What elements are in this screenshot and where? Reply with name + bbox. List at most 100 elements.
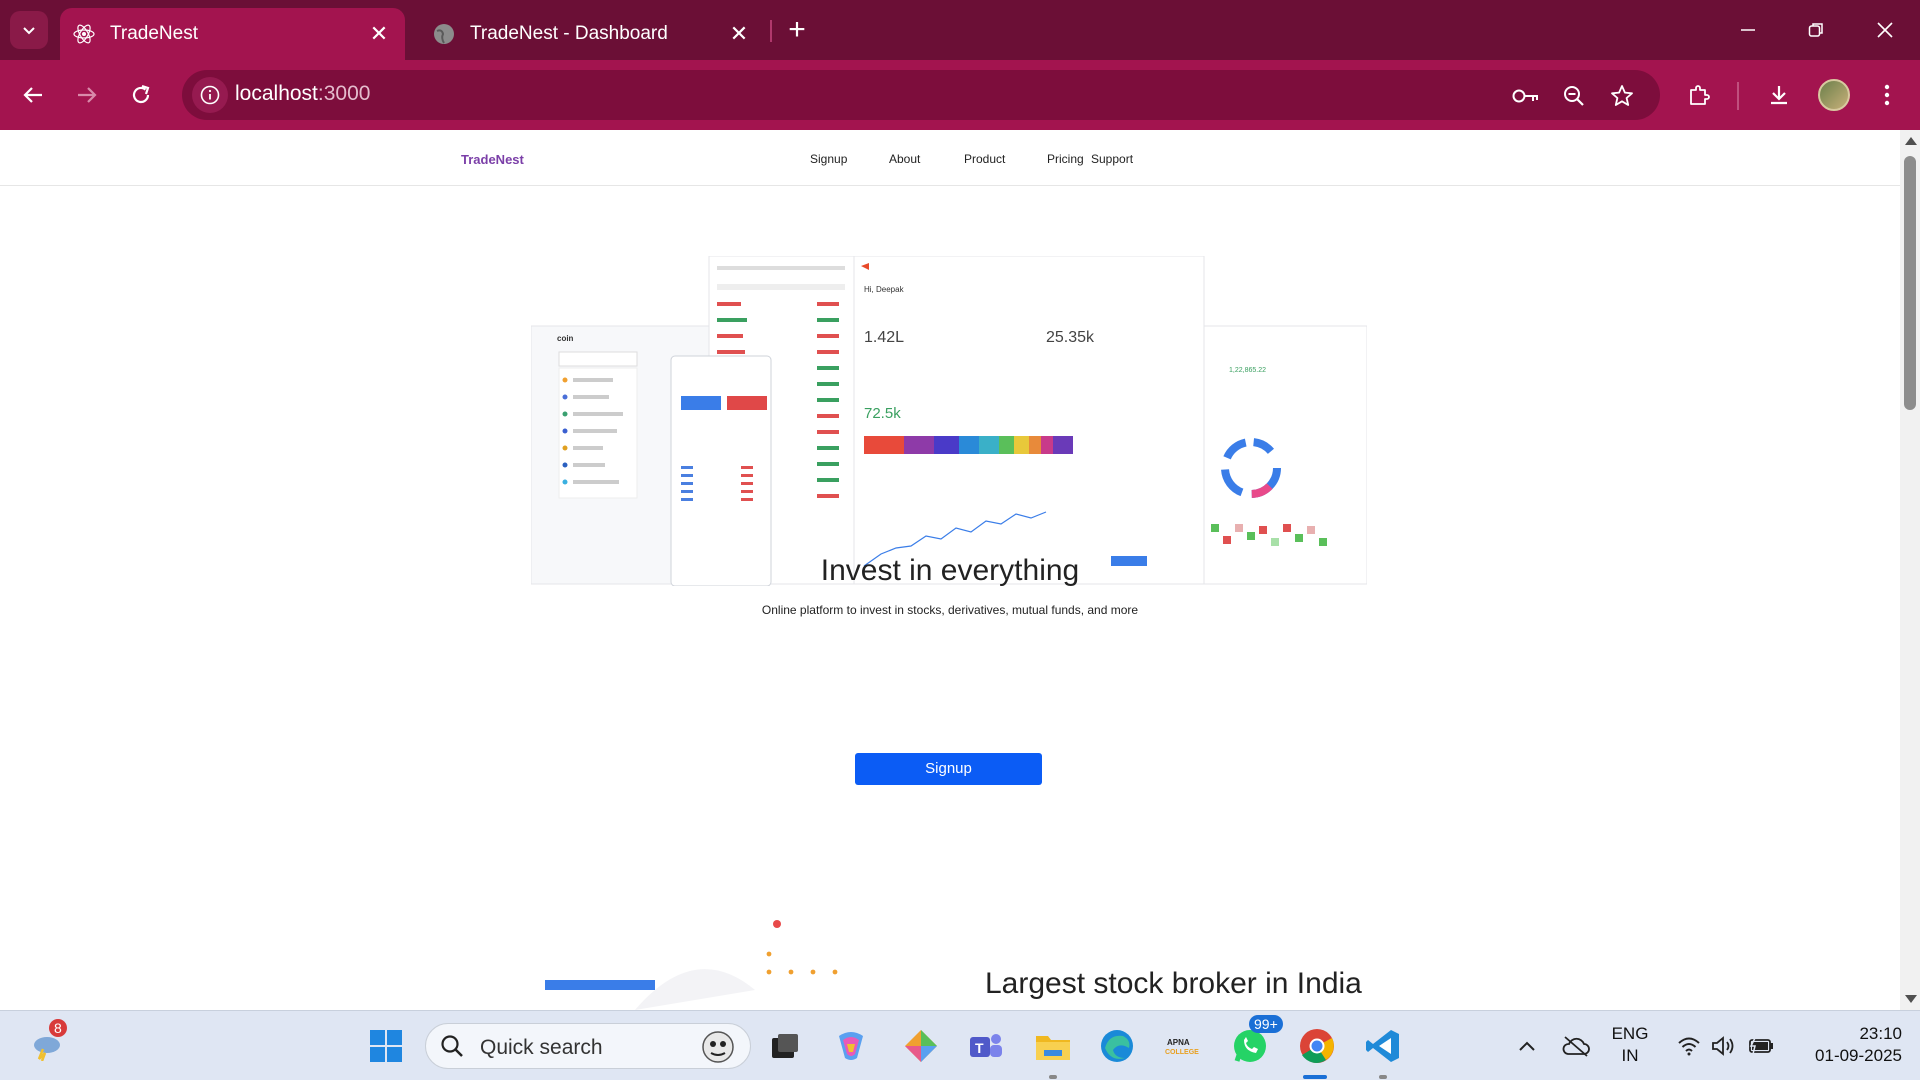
site-logo[interactable]: TradeNest	[461, 152, 524, 167]
bookmark-star-icon[interactable]	[1607, 81, 1637, 111]
address-bar[interactable]: localhost:3000	[182, 70, 1660, 120]
colorful-diamond-icon	[905, 1030, 937, 1062]
search-highlight-icon	[702, 1031, 734, 1063]
vscode-button[interactable]	[1362, 1025, 1404, 1067]
folder-icon	[1036, 1036, 1070, 1060]
chrome-icon	[1300, 1029, 1334, 1063]
svg-text:1,22,865.22: 1,22,865.22	[1229, 367, 1266, 374]
clock-date: 01-09-2025	[1815, 1046, 1902, 1065]
equity-value: 1.42L	[864, 329, 904, 346]
extensions-button[interactable]	[1680, 76, 1718, 114]
teams-icon: T	[970, 1034, 1002, 1057]
active-indicator	[1303, 1075, 1327, 1079]
file-explorer-button[interactable]	[1032, 1025, 1074, 1067]
back-button[interactable]	[14, 76, 52, 114]
scroll-up-arrow-icon[interactable]	[1905, 137, 1917, 145]
taskbar-search[interactable]: Quick search	[425, 1023, 751, 1069]
tab-tradenest[interactable]: TradeNest ✕	[60, 8, 405, 60]
section-title: Largest stock broker in India	[985, 967, 1362, 1000]
nav-link-about[interactable]: About	[889, 152, 920, 166]
edge-button[interactable]	[1096, 1025, 1138, 1067]
wifi-icon	[1678, 1037, 1700, 1056]
close-window-button[interactable]	[1862, 10, 1908, 50]
start-button[interactable]	[365, 1025, 407, 1067]
browser-tabstrip: TradeNest ✕ TradeNest - Dashboard ✕ +	[0, 0, 1920, 60]
copilot-icon	[839, 1032, 863, 1060]
copilot-button[interactable]	[830, 1025, 872, 1067]
holdings-value: 72.5k	[864, 405, 901, 422]
restore-icon	[1808, 23, 1823, 37]
nav-link-pricing[interactable]: Pricing	[1047, 152, 1084, 166]
nav-link-product[interactable]: Product	[964, 152, 1005, 166]
chrome-button[interactable]	[1296, 1025, 1338, 1067]
close-icon[interactable]: ✕	[725, 20, 753, 48]
tab-title: TradeNest - Dashboard	[470, 23, 668, 44]
nav-link-signup[interactable]: Signup	[810, 152, 847, 166]
scrollbar-thumb[interactable]	[1904, 156, 1916, 410]
battery-charging-icon	[1749, 1037, 1773, 1055]
url-text[interactable]: localhost:3000	[235, 82, 370, 106]
toolbar-divider	[1737, 82, 1739, 110]
apna-college-button[interactable]: APNA COLLEGE	[1163, 1025, 1205, 1067]
commodity-value: 25.35k	[1046, 329, 1095, 346]
weather-widget[interactable]: 8	[25, 1019, 67, 1067]
svg-text:COLLEGE: COLLEGE	[1165, 1049, 1199, 1056]
hero-title: Invest in everything	[820, 554, 1080, 587]
pinned-app-button[interactable]	[900, 1025, 942, 1067]
password-key-icon[interactable]	[1511, 81, 1541, 111]
page-scrollbar[interactable]	[1900, 130, 1920, 1010]
nav-link-support[interactable]: Support	[1091, 152, 1133, 166]
more-vertical-icon	[1884, 84, 1890, 106]
profile-avatar[interactable]	[1818, 79, 1850, 111]
show-hidden-icons-button[interactable]	[1506, 1025, 1548, 1067]
whatsapp-badge: 99+	[1249, 1015, 1283, 1033]
close-icon[interactable]: ✕	[365, 20, 393, 48]
teams-button[interactable]: T	[965, 1025, 1007, 1067]
edge-icon	[1101, 1030, 1133, 1062]
minimize-icon	[1741, 29, 1755, 31]
running-indicator	[1379, 1075, 1387, 1079]
tab-search-button[interactable]	[10, 11, 48, 49]
site-info-icon[interactable]	[192, 77, 228, 113]
chevron-up-icon	[1519, 1041, 1535, 1051]
clock[interactable]: 23:10 01-09-2025	[1790, 1023, 1902, 1067]
tab-tradenest-dashboard[interactable]: TradeNest - Dashboard ✕	[420, 8, 765, 60]
section-illustration	[545, 920, 838, 1010]
battery-button[interactable]	[1740, 1025, 1782, 1067]
hero-subtitle: Online platform to invest in stocks, der…	[761, 603, 1139, 617]
dashboard-greeting: Hi, Deepak	[864, 285, 905, 294]
forward-button[interactable]	[68, 76, 106, 114]
zoom-icon[interactable]	[1559, 81, 1589, 111]
minimize-button[interactable]	[1725, 10, 1771, 50]
react-logo-icon	[72, 22, 96, 46]
tab-title: TradeNest	[110, 23, 198, 44]
volume-button[interactable]	[1703, 1025, 1745, 1067]
downloads-button[interactable]	[1760, 76, 1798, 114]
reload-button[interactable]	[122, 76, 160, 114]
search-icon	[440, 1034, 464, 1063]
onedrive-button[interactable]	[1555, 1025, 1597, 1067]
browser-toolbar: localhost:3000	[0, 60, 1920, 130]
search-placeholder: Quick search	[480, 1036, 603, 1059]
tab-divider	[770, 20, 772, 42]
download-icon	[1771, 86, 1787, 105]
reload-icon	[132, 84, 150, 104]
language-indicator[interactable]: ENG IN	[1605, 1023, 1655, 1067]
page-viewport: TradeNest Signup About Product Pricing S…	[0, 130, 1900, 1010]
signup-button[interactable]: Signup	[855, 753, 1042, 785]
cloud-off-icon	[1562, 1036, 1590, 1057]
whatsapp-button[interactable]: 99+	[1229, 1015, 1283, 1067]
site-navbar: TradeNest Signup About Product Pricing S…	[0, 130, 1900, 186]
new-tab-button[interactable]: +	[780, 14, 814, 48]
close-icon	[1877, 22, 1893, 38]
weather-badge: 8	[49, 1019, 67, 1037]
svg-text:APNA: APNA	[1167, 1038, 1190, 1047]
task-view-button[interactable]	[764, 1025, 806, 1067]
windows-logo-icon	[370, 1030, 402, 1062]
restore-button[interactable]	[1793, 10, 1839, 50]
browser-menu-button[interactable]	[1868, 76, 1906, 114]
hero-dashboard-image: coin Hi, Deepak 1.42L 25.35k 72.5k 1,22,…	[531, 256, 1367, 586]
scroll-down-arrow-icon[interactable]	[1905, 995, 1917, 1003]
apna-college-icon: APNA COLLEGE	[1165, 1038, 1199, 1056]
svg-text:T: T	[975, 1040, 984, 1056]
